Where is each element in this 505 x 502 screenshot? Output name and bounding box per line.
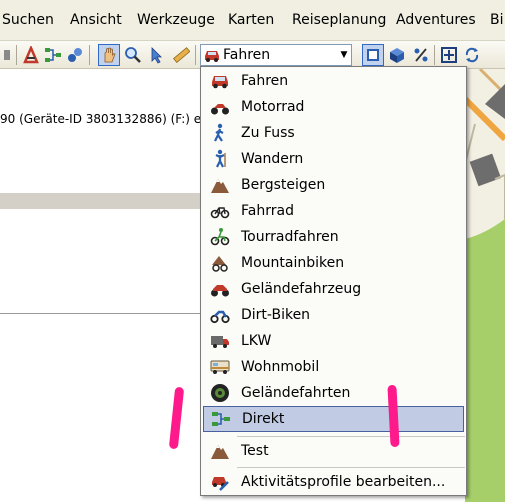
- device-info-text: 90 (Geräte-ID 3803132886) (F:) em: [0, 112, 213, 126]
- dirt-bike-icon: [203, 302, 237, 328]
- profile-option-label: Geländefahrzeug: [241, 281, 362, 297]
- sync-icon[interactable]: [461, 44, 483, 66]
- car-icon: [203, 68, 237, 94]
- hand-icon[interactable]: [98, 44, 120, 66]
- profile-option-label: Direkt: [242, 411, 285, 427]
- profile-option-label: Motorrad: [241, 99, 305, 115]
- panel-header-bar: [0, 193, 210, 209]
- touring-bike-icon: [203, 224, 237, 250]
- profile-option-tourradfahren[interactable]: Tourradfahren: [203, 224, 464, 250]
- car-icon: [201, 45, 223, 65]
- menu-separator: [237, 436, 465, 437]
- profile-option-dirt-biken[interactable]: Dirt-Biken: [203, 302, 464, 328]
- activity-profile-value: Fahren: [223, 47, 271, 63]
- bicycle-icon: [203, 198, 237, 224]
- activity-profile-dropdown: Fahren Motorrad Zu Fuss Wandern Bergstei…: [200, 66, 467, 496]
- map-canvas: [465, 69, 505, 502]
- profile-option-label: Geländefahrten: [241, 385, 351, 401]
- mountain-icon: [203, 172, 237, 198]
- profile-option-mountainbiken[interactable]: Mountainbiken: [203, 250, 464, 276]
- profile-option-fahren[interactable]: Fahren: [203, 68, 464, 94]
- route-icon[interactable]: [42, 44, 64, 66]
- waypoint-icon[interactable]: [64, 44, 86, 66]
- profile-option-label: Wohnmobil: [241, 359, 320, 375]
- pointer-icon[interactable]: [146, 44, 168, 66]
- toolbar-separator: [16, 45, 17, 65]
- profile-option-label: Dirt-Biken: [241, 307, 311, 323]
- chevron-down-icon[interactable]: ▼: [337, 50, 351, 60]
- profile-option-fahrrad[interactable]: Fahrrad: [203, 198, 464, 224]
- profile-option-bergsteigen[interactable]: Bergsteigen: [203, 172, 464, 198]
- mountain-bike-icon: [203, 250, 237, 276]
- pencil-icon[interactable]: [20, 44, 42, 66]
- menu-bar: Suchen Ansicht Werkzeuge Karten Reisepla…: [0, 0, 505, 41]
- edit-activity-profiles-item[interactable]: Aktivitätsprofile bearbeiten...: [203, 469, 464, 495]
- ruler-icon[interactable]: [170, 44, 192, 66]
- menu-ansicht[interactable]: Ansicht: [70, 12, 122, 28]
- map-view[interactable]: [465, 69, 505, 502]
- profile-option-zu-fuss[interactable]: Zu Fuss: [203, 120, 464, 146]
- menu-separator: [237, 467, 465, 468]
- profile-option-label: Bergsteigen: [241, 177, 326, 193]
- toolbar-separator: [434, 45, 435, 65]
- menu-werkzeuge[interactable]: Werkzeuge: [137, 12, 215, 28]
- profile-option-gelaendefahrzeug[interactable]: Geländefahrzeug: [203, 276, 464, 302]
- profile-option-label: Tourradfahren: [241, 229, 339, 245]
- edit-activity-profiles-label: Aktivitätsprofile bearbeiten...: [241, 474, 446, 490]
- cube-icon[interactable]: [386, 44, 408, 66]
- menu-bi[interactable]: Bi: [490, 12, 504, 28]
- profile-option-direkt[interactable]: Direkt: [203, 406, 464, 432]
- walking-icon: [203, 120, 237, 146]
- panel-divider: [0, 313, 210, 314]
- hiking-icon: [203, 146, 237, 172]
- square-icon[interactable]: [362, 44, 384, 66]
- profile-option-label: Zu Fuss: [241, 125, 295, 141]
- percent-icon[interactable]: [410, 44, 432, 66]
- move-icon[interactable]: [438, 44, 460, 66]
- menu-adventures[interactable]: Adventures: [396, 12, 476, 28]
- mountain-icon: [203, 438, 237, 464]
- profile-option-motorrad[interactable]: Motorrad: [203, 94, 464, 120]
- toolbar-separator: [89, 45, 90, 65]
- profile-option-label: LKW: [241, 333, 272, 349]
- rv-icon: [203, 354, 237, 380]
- tool-partial-icon[interactable]: [0, 44, 14, 66]
- profile-option-label: Mountainbiken: [241, 255, 345, 271]
- tire-icon: [203, 380, 237, 406]
- toolbar: Fahren ▼: [0, 41, 505, 69]
- profile-option-label: Wandern: [241, 151, 304, 167]
- toolbar-separator: [195, 45, 196, 65]
- menu-suchen[interactable]: Suchen: [2, 12, 54, 28]
- profile-option-label: Test: [241, 443, 269, 459]
- zoom-icon[interactable]: [122, 44, 144, 66]
- direct-route-icon: [204, 406, 238, 432]
- menu-reiseplanung[interactable]: Reiseplanung: [292, 12, 386, 28]
- menu-karten[interactable]: Karten: [228, 12, 274, 28]
- profile-option-lkw[interactable]: LKW: [203, 328, 464, 354]
- atv-icon: [203, 276, 237, 302]
- truck-icon: [203, 328, 237, 354]
- motorcycle-icon: [203, 94, 237, 120]
- profile-option-wohnmobil[interactable]: Wohnmobil: [203, 354, 464, 380]
- activity-profile-select[interactable]: Fahren ▼: [200, 44, 352, 66]
- profile-option-label: Fahrrad: [241, 203, 294, 219]
- profile-option-gelaendefahrten[interactable]: Geländefahrten: [203, 380, 464, 406]
- profile-option-label: Fahren: [241, 73, 289, 89]
- profile-edit-icon: [203, 469, 237, 495]
- profile-option-wandern[interactable]: Wandern: [203, 146, 464, 172]
- profile-option-test[interactable]: Test: [203, 438, 464, 464]
